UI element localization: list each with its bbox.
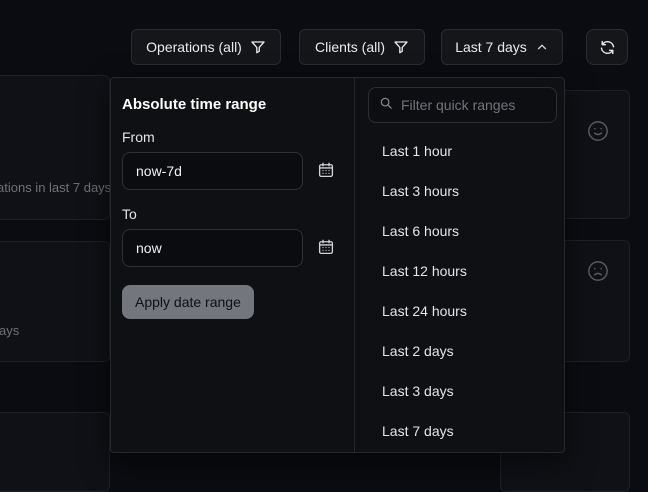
background-partial-text-2: ays xyxy=(0,323,19,338)
quick-range-item-last-3-days[interactable]: Last 3 days xyxy=(355,371,564,411)
to-input[interactable] xyxy=(122,229,303,267)
refresh-button[interactable] xyxy=(586,29,628,65)
quick-range-item-last-24-hours[interactable]: Last 24 hours xyxy=(355,291,564,331)
filter-funnel-icon xyxy=(393,39,409,55)
quick-ranges-list: Last 1 hour Last 3 hours Last 6 hours La… xyxy=(355,131,564,451)
filter-funnel-icon xyxy=(250,39,266,55)
quick-range-item-last-12-hours[interactable]: Last 12 hours xyxy=(355,251,564,291)
dashboard-page: { "toolbar": { "operations_label": "Oper… xyxy=(0,0,648,479)
from-input[interactable] xyxy=(122,152,303,190)
background-partial-text-1: ations in last 7 days xyxy=(0,180,111,195)
time-range-dropdown-panel: Absolute time range From xyxy=(110,77,565,453)
from-label: From xyxy=(122,129,343,145)
quick-ranges-section: Last 1 hour Last 3 hours Last 6 hours La… xyxy=(354,78,564,452)
background-card-top-left xyxy=(0,75,110,220)
from-calendar-button[interactable] xyxy=(317,161,335,182)
clients-filter-label: Clients (all) xyxy=(315,39,385,55)
quick-ranges-filter-input[interactable] xyxy=(401,97,546,113)
to-label: To xyxy=(122,206,343,222)
absolute-time-range-title: Absolute time range xyxy=(122,96,343,113)
operations-filter-button[interactable]: Operations (all) xyxy=(131,29,281,65)
to-input-row xyxy=(122,229,343,267)
clients-filter-button[interactable]: Clients (all) xyxy=(299,29,425,65)
apply-date-range-button[interactable]: Apply date range xyxy=(122,285,254,319)
background-card-middle-left xyxy=(0,241,110,362)
time-range-button[interactable]: Last 7 days xyxy=(441,29,563,65)
from-input-row xyxy=(122,152,343,190)
happy-face-icon xyxy=(587,120,609,147)
quick-range-item-last-7-days[interactable]: Last 7 days xyxy=(355,411,564,451)
quick-range-item-last-6-hours[interactable]: Last 6 hours xyxy=(355,211,564,251)
quick-range-item-last-3-hours[interactable]: Last 3 hours xyxy=(355,171,564,211)
quick-ranges-search[interactable] xyxy=(368,87,557,123)
refresh-icon xyxy=(599,39,616,56)
absolute-time-range-section: Absolute time range From xyxy=(111,78,354,452)
background-card-bottom-left xyxy=(0,412,110,492)
operations-filter-label: Operations (all) xyxy=(146,39,242,55)
to-calendar-button[interactable] xyxy=(317,238,335,259)
calendar-icon xyxy=(317,238,335,259)
quick-range-item-last-1-hour[interactable]: Last 1 hour xyxy=(355,131,564,171)
quick-range-item-last-2-days[interactable]: Last 2 days xyxy=(355,331,564,371)
chevron-up-icon xyxy=(535,40,549,54)
calendar-icon xyxy=(317,161,335,182)
sad-face-icon xyxy=(587,260,609,287)
time-range-label: Last 7 days xyxy=(455,39,527,55)
search-icon xyxy=(379,96,393,115)
